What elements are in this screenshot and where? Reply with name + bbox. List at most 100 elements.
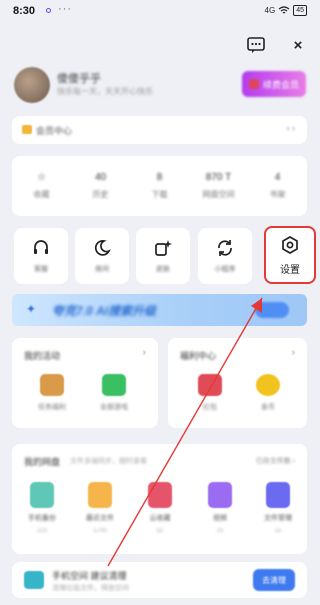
chevron-right-icon[interactable]: › (292, 347, 295, 358)
file-count: 25 (216, 528, 224, 534)
stat-downloads[interactable]: 8 下载 (130, 156, 189, 216)
file-count: 52 (156, 528, 164, 534)
message-dots-icon[interactable] (246, 36, 266, 54)
tool-night-mode[interactable]: 夜间 (75, 228, 129, 284)
file-count: 15 (274, 528, 282, 534)
games-icon (102, 374, 126, 396)
tool-mini-programs[interactable]: 小程序 (198, 228, 252, 284)
file-label: 云收藏 (149, 515, 171, 522)
banner-text: 夸克7.0 AI搜索升级 (52, 304, 157, 318)
welfare-label: 金币 (261, 404, 275, 411)
folder-icon (88, 482, 112, 508)
activities-card: 我的活动 › 任务福利 全部游戏 (12, 338, 158, 428)
files-count-link[interactable]: 已存文件数 › (256, 456, 295, 466)
file-label: 文件管理 (264, 515, 292, 522)
username[interactable]: 傻傻乎乎 (57, 70, 101, 86)
activity-label: 任务福利 (38, 404, 66, 411)
coin-icon (256, 374, 280, 396)
welfare-title: 福利中心 (180, 351, 217, 361)
stat-value: 40 (94, 172, 107, 183)
user-subtitle: 快乐每一天，天天开心快乐 (57, 87, 153, 96)
banner-button[interactable] (255, 302, 289, 318)
vip-center-label: 会员中心 (36, 126, 73, 136)
video-play-icon (208, 482, 232, 508)
renew-vip-label: 续费会员 (262, 79, 299, 90)
status-bar: 8:30 ··· 4G 45 (0, 0, 319, 24)
network-label: 4G (264, 6, 276, 15)
avatar[interactable] (14, 67, 50, 103)
wifi-icon (278, 6, 290, 14)
tool-label: 客服 (34, 266, 48, 273)
file-label: 最近文件 (86, 515, 114, 522)
activity-label: 全部游戏 (100, 404, 128, 411)
file-manager-icon (266, 482, 290, 508)
headset-icon (34, 240, 48, 254)
stat-favorites[interactable]: ☆ 收藏 (12, 156, 71, 216)
crown-icon (22, 125, 32, 134)
tool-label: 小程序 (214, 266, 236, 273)
settings-label: 设置 (280, 264, 300, 276)
refresh-icon (218, 240, 232, 256)
cleanup-card: 手机空间 建议清理 清理垃圾文件，释放空间 去清理 (12, 562, 307, 598)
welfare-card: 福利中心 › 红包 金币 (168, 338, 307, 428)
cloud-upload-icon (148, 482, 172, 508)
status-indicators: 4G 45 (265, 5, 307, 16)
stat-value: ☆ (37, 172, 46, 183)
battery-icon: 45 (293, 5, 307, 16)
chevron-right-icon[interactable]: › (143, 347, 146, 358)
notification-dot-icon (46, 8, 51, 13)
tool-label: 夜间 (95, 266, 109, 273)
renew-vip-button[interactable]: 续费会员 (242, 71, 306, 97)
file-label: 视频 (213, 515, 227, 522)
stat-label: 历史 (92, 190, 109, 199)
files-title: 我的网盘 (24, 457, 61, 467)
close-button[interactable]: × (288, 36, 308, 56)
file-count: 223 (36, 528, 47, 534)
promo-banner[interactable]: ✦ 夸克7.0 AI搜索升级 (12, 294, 307, 326)
file-count: 1700 (93, 528, 107, 534)
stat-value: 4 (274, 172, 281, 183)
phone-backup-icon (30, 482, 54, 508)
stat-label: 网盘空间 (202, 190, 235, 199)
vip-center-arrow-icon: › › (286, 123, 296, 133)
welfare-item-coins[interactable]: 金币 (248, 374, 288, 412)
cleanup-icon (24, 571, 44, 589)
status-more-icon: ··· (58, 3, 72, 15)
tool-skin[interactable]: 皮肤 (136, 228, 190, 284)
cleanup-button[interactable]: 去清理 (253, 569, 295, 591)
red-packet-icon (198, 374, 222, 396)
files-subtitle: 文件多端同步，随时查看 (70, 458, 147, 465)
gift-icon (248, 79, 259, 89)
welfare-item-red-packet[interactable]: 红包 (190, 374, 230, 412)
tool-label: 皮肤 (156, 266, 170, 273)
file-item-cloud-favorites[interactable]: 云收藏 52 (138, 482, 182, 534)
moon-icon (94, 240, 111, 256)
tool-customer-service[interactable]: 客服 (14, 228, 68, 284)
hexagon-gear-icon (282, 235, 298, 254)
sparkle-icon: ✦ (26, 302, 37, 316)
stats-card: ☆ 收藏 40 历史 8 下载 870 T 网盘空间 4 书架 (12, 156, 307, 216)
stat-label: 下载 (151, 190, 168, 199)
file-item-backup[interactable]: 手机备份 223 (20, 482, 64, 534)
sparkle-icon (155, 240, 172, 256)
stat-value: 8 (156, 172, 163, 183)
stat-value: 870 T (205, 172, 232, 183)
vip-center-card[interactable]: 会员中心 › › (12, 116, 307, 144)
stat-history[interactable]: 40 历史 (71, 156, 130, 216)
file-item-video[interactable]: 视频 25 (198, 482, 242, 534)
cleanup-title: 手机空间 建议清理 (52, 571, 127, 581)
file-item-manager[interactable]: 文件管理 15 (256, 482, 300, 534)
file-label: 手机备份 (28, 515, 56, 522)
stat-bookshelf[interactable]: 4 书架 (248, 156, 307, 216)
welfare-label: 红包 (203, 404, 217, 411)
cloud-files-card: 我的网盘 文件多端同步，随时查看 已存文件数 › 手机备份 223 最近文件 1… (12, 444, 307, 554)
tool-settings[interactable]: 设置 (264, 226, 316, 284)
stat-label: 书架 (269, 190, 286, 199)
stat-cloud-space[interactable]: 870 T 网盘空间 (189, 156, 248, 216)
file-item-recent[interactable]: 最近文件 1700 (78, 482, 122, 534)
activity-item-tasks[interactable]: 任务福利 (32, 374, 72, 412)
status-time: 8:30 (13, 5, 36, 17)
cleanup-subtitle: 清理垃圾文件，释放空间 (52, 585, 129, 592)
task-gift-icon (40, 374, 64, 396)
activity-item-games[interactable]: 全部游戏 (94, 374, 134, 412)
